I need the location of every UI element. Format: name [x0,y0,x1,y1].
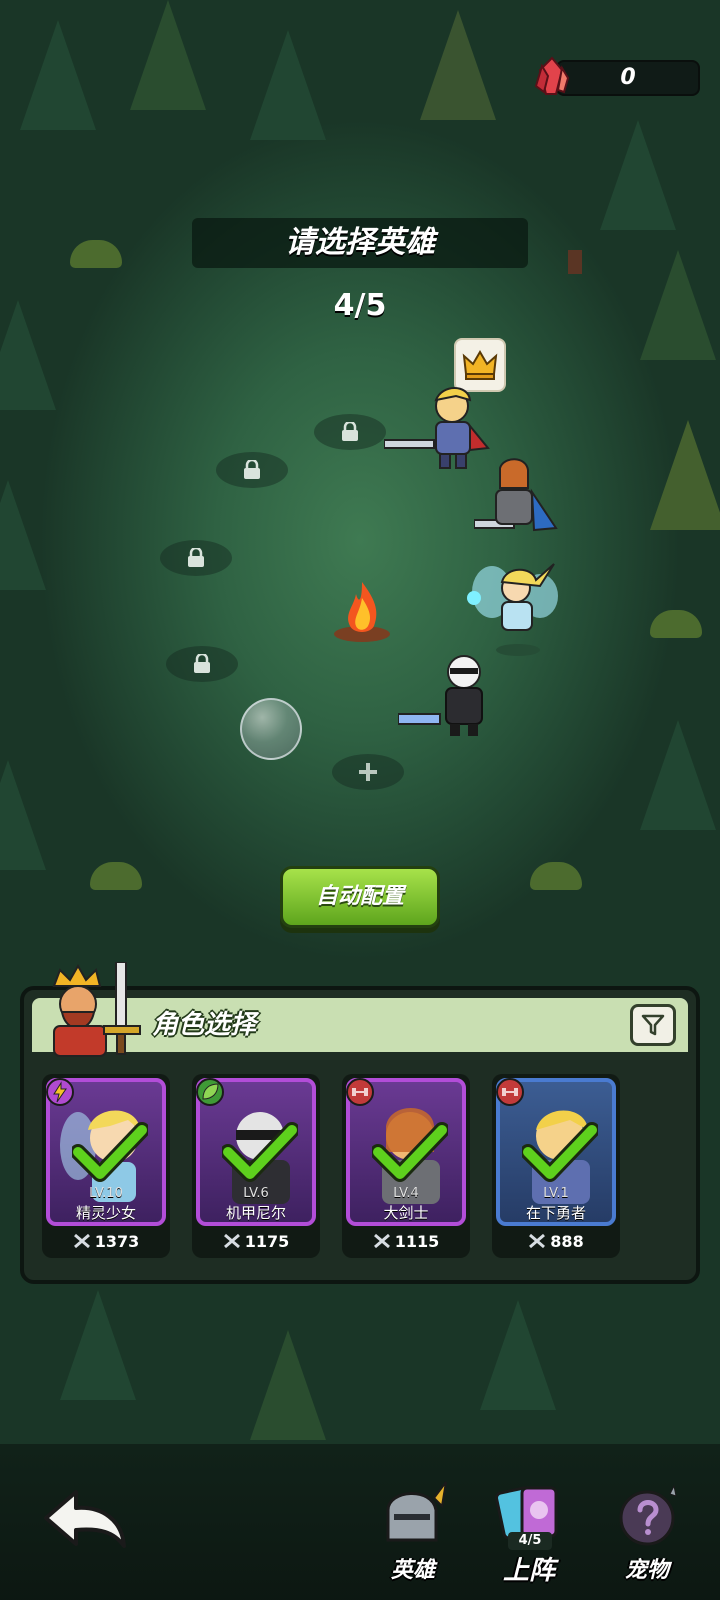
hero-card[interactable]: LV.10 精灵少女 1373 [42,1074,170,1258]
hero-power-value: 1373 [94,1232,140,1251]
locked-slot[interactable] [166,646,238,682]
plus-icon [359,763,377,781]
hero-level: LV.1 [543,1186,569,1201]
knight-helmet-icon [386,1481,447,1542]
nav-label: 宠物 [624,1558,669,1583]
lineup-count: 4/5 [508,1532,552,1550]
hero-mech-neil[interactable] [398,654,502,740]
locked-slot[interactable] [160,540,232,576]
selected-check-icon [522,1122,598,1182]
hero-power-value: 1115 [394,1232,440,1251]
nav-lineup[interactable]: 4/5 上阵 [484,1480,574,1590]
panel-title: 角色选择 [152,1010,257,1040]
hero-name: 大剑士 [383,1204,429,1222]
hero-level: LV.10 [89,1186,123,1201]
auto-configure-button[interactable]: 自动配置 [280,866,440,928]
selection-progress: 4/5 [333,288,387,323]
hero-power: 1175 [192,1232,320,1251]
lock-icon [342,422,358,441]
hero-power-value: 888 [550,1232,584,1251]
back-arrow-icon[interactable] [40,1484,130,1554]
selected-check-icon [72,1122,148,1182]
pet-bubble[interactable] [240,698,302,760]
dumbbell-icon [346,1078,374,1106]
selected-check-icon [372,1122,448,1182]
lightning-icon [46,1078,74,1106]
filter-icon [641,1014,665,1036]
locked-slot[interactable] [216,452,288,488]
filter-button[interactable] [630,1004,676,1046]
selected-check-icon [222,1122,298,1182]
lock-icon [194,654,210,673]
crossed-swords-icon [223,1233,240,1249]
nav-label: 英雄 [390,1558,435,1583]
hero-power: 888 [492,1232,620,1251]
crossed-swords-icon [529,1233,546,1249]
nav-pets[interactable]: 宠物 [602,1480,692,1590]
empty-hero-slot[interactable] [332,754,404,790]
nav-label: 上阵 [502,1556,555,1586]
hero-name: 精灵少女 [75,1204,136,1222]
leader-badge [454,338,506,392]
hero-great-swordsman[interactable] [474,458,560,544]
hero-card[interactable]: LV.6 机甲尼尔 1175 [192,1074,320,1258]
leaf-icon [196,1078,224,1106]
hero-elf-girl[interactable] [462,562,562,658]
hero-level: LV.6 [243,1186,269,1201]
currency-value: 0 [620,65,636,90]
hero-card[interactable]: LV.4 大剑士 1115 [342,1074,470,1258]
crossed-swords-icon [373,1233,390,1249]
dumbbell-icon [496,1078,524,1106]
hero-power-value: 1175 [244,1232,290,1251]
lock-icon [188,548,204,567]
character-selection-panel: 角色选择 LV.10 精灵少女 1373 LV.6 机甲尼尔 1175 LV.4… [20,962,700,1284]
campfire-icon [334,582,390,642]
nav-heroes[interactable]: 英雄 [368,1480,458,1590]
lock-icon [244,460,260,479]
hero-card[interactable]: LV.1 在下勇者 888 [492,1074,620,1258]
hero-name: 在下勇者 [525,1204,586,1222]
hero-level: LV.4 [393,1186,419,1201]
crown-icon [462,350,498,380]
hero-power: 1115 [342,1232,470,1251]
king-icon [52,962,141,1057]
hero-name: 机甲尼尔 [225,1204,286,1222]
hero-power: 1373 [42,1232,170,1251]
crossed-swords-icon [73,1233,90,1249]
page-title: 请选择英雄 [192,218,528,268]
locked-slot[interactable] [314,414,386,450]
mystery-egg-icon [619,1484,677,1546]
